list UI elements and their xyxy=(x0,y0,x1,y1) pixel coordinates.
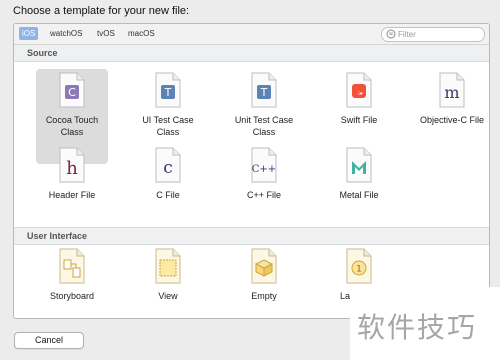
template-label: C File xyxy=(156,190,180,200)
tab-ios[interactable]: iOS xyxy=(19,27,39,40)
empty-icon xyxy=(251,248,277,284)
template-swift-file[interactable]: Swift File xyxy=(323,72,395,126)
filter-icon xyxy=(386,29,396,39)
filter-input[interactable] xyxy=(398,28,480,41)
template-label: View xyxy=(158,291,178,301)
template-label: C++ File xyxy=(246,190,281,200)
swift-file-icon xyxy=(346,72,372,108)
template-label: Storyboard xyxy=(49,291,95,301)
template-label: Metal File xyxy=(339,190,379,200)
unit-test-case-class-icon: T xyxy=(251,72,277,108)
watermark-text: 软件技巧 xyxy=(357,311,478,344)
template-label: Header File xyxy=(48,190,96,200)
cancel-button[interactable]: Cancel xyxy=(14,332,84,349)
svg-text:1: 1 xyxy=(356,265,362,275)
template-objective-c-file[interactable]: m Objective-C File xyxy=(416,72,488,126)
svg-text:m: m xyxy=(444,83,459,102)
svg-text:C: C xyxy=(68,86,76,99)
svg-text:C++: C++ xyxy=(252,164,276,175)
template-view[interactable]: View xyxy=(132,248,204,302)
svg-text:h: h xyxy=(66,158,78,179)
template-cpp-file[interactable]: C++ C++ File xyxy=(228,147,300,201)
launch-screen-icon: 1 xyxy=(346,248,372,284)
template-c-file[interactable]: c C File xyxy=(132,147,204,201)
platform-tabbar: iOS watchOS tvOS macOS xyxy=(14,24,489,45)
template-cocoa-touch-class[interactable]: C Cocoa Touch Class xyxy=(36,72,108,138)
template-label: Cocoa Touch Class xyxy=(45,115,99,137)
filter-field[interactable] xyxy=(381,27,485,42)
template-empty[interactable]: Empty xyxy=(228,248,300,302)
template-label: Empty xyxy=(251,291,277,301)
tab-macos[interactable]: macOS xyxy=(125,27,158,40)
storyboard-icon xyxy=(59,248,85,284)
svg-text:T: T xyxy=(260,86,268,99)
header-file-icon: h xyxy=(59,147,85,183)
tab-watchos[interactable]: watchOS xyxy=(47,27,85,40)
view-icon xyxy=(155,248,181,284)
cpp-file-icon: C++ xyxy=(251,147,277,183)
template-unit-test-case-class[interactable]: T Unit Test Case Class xyxy=(228,72,300,138)
tab-tvos[interactable]: tvOS xyxy=(94,27,118,40)
template-chooser-panel: iOS watchOS tvOS macOS Source C Cocoa To… xyxy=(13,23,490,319)
section-header-source: Source xyxy=(14,45,489,62)
c-file-icon: c xyxy=(155,147,181,183)
template-storyboard[interactable]: Storyboard xyxy=(36,248,108,302)
ui-test-case-class-icon: T xyxy=(155,72,181,108)
svg-text:T: T xyxy=(164,86,172,99)
dialog-heading: Choose a template for your new file: xyxy=(13,5,190,17)
template-label: Unit Test Case Class xyxy=(234,115,294,137)
svg-text:c: c xyxy=(163,158,173,178)
template-header-file[interactable]: h Header File xyxy=(36,147,108,201)
section-header-user-interface: User Interface xyxy=(14,227,489,245)
template-label: Objective-C File xyxy=(419,115,484,125)
metal-file-icon xyxy=(346,147,372,183)
objective-c-file-icon: m xyxy=(439,72,465,108)
template-label: UI Test Case Class xyxy=(142,115,194,137)
template-ui-test-case-class[interactable]: T UI Test Case Class xyxy=(132,72,204,138)
cocoa-touch-class-icon: C xyxy=(59,72,85,108)
template-metal-file[interactable]: Metal File xyxy=(323,147,395,201)
template-label: Swift File xyxy=(340,115,378,125)
